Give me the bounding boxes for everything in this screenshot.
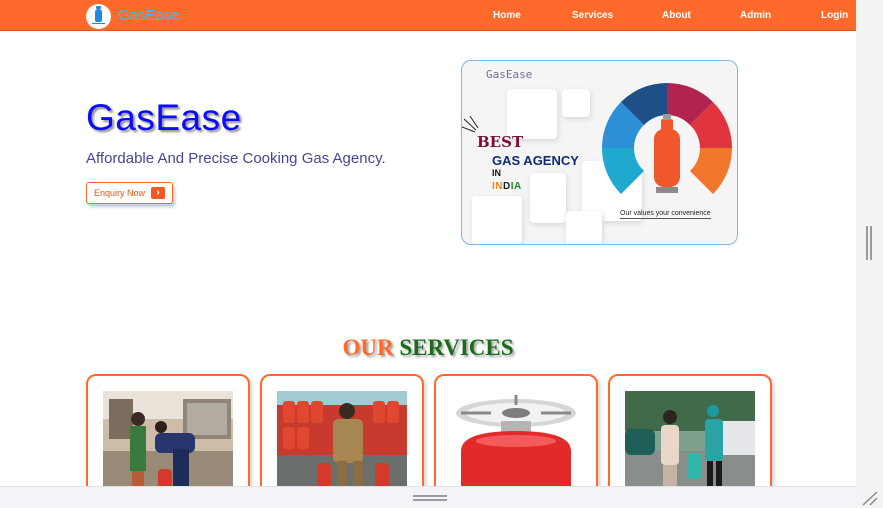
chevron-right-icon: ›	[151, 187, 165, 199]
banner-headline: GAS AGENCY	[492, 153, 579, 168]
enquiry-now-label: Enquiry Now	[94, 188, 146, 198]
gas-connection-photo	[103, 391, 233, 491]
services-title: OUR SERVICES	[342, 335, 514, 360]
scrollbar-grip-icon[interactable]	[866, 226, 874, 260]
gas-cylinder-logo-icon[interactable]	[86, 4, 111, 29]
resize-handle-icon[interactable]	[860, 490, 878, 506]
banner-tagline: Our values your convenience	[620, 210, 711, 219]
services-wheel-graphic	[602, 83, 732, 194]
page: GasEase Home Services About Admin Login …	[0, 0, 856, 508]
nav-services[interactable]: Services	[572, 10, 613, 21]
hero-subtitle: Affordable And Precise Cooking Gas Agenc…	[86, 150, 386, 167]
best-gas-agency-banner: GasEase BEST GAS AGENCY IN INDIA Our val…	[461, 60, 738, 245]
horizontal-grip-icon[interactable]	[413, 495, 447, 502]
nav-admin[interactable]: Admin	[740, 10, 771, 21]
banner-watermark: GasEase	[486, 68, 533, 81]
doorstep-service-photo	[625, 391, 755, 491]
cylinder-delivery-photo	[277, 391, 407, 491]
nav-home[interactable]: Home	[493, 10, 521, 21]
hero-title: GasEase	[86, 97, 242, 138]
banner-in: IN	[492, 168, 501, 178]
nav-login[interactable]: Login	[821, 10, 848, 21]
navbar: GasEase Home Services About Admin Login	[0, 0, 856, 31]
brand-name[interactable]: GasEase	[118, 7, 180, 24]
gas-stove-photo	[451, 391, 581, 491]
banner-best: BEST	[477, 133, 524, 151]
banner-india: INDIA	[492, 181, 522, 192]
enquiry-now-button[interactable]: Enquiry Now ›	[86, 182, 173, 204]
nav-about[interactable]: About	[662, 10, 691, 21]
